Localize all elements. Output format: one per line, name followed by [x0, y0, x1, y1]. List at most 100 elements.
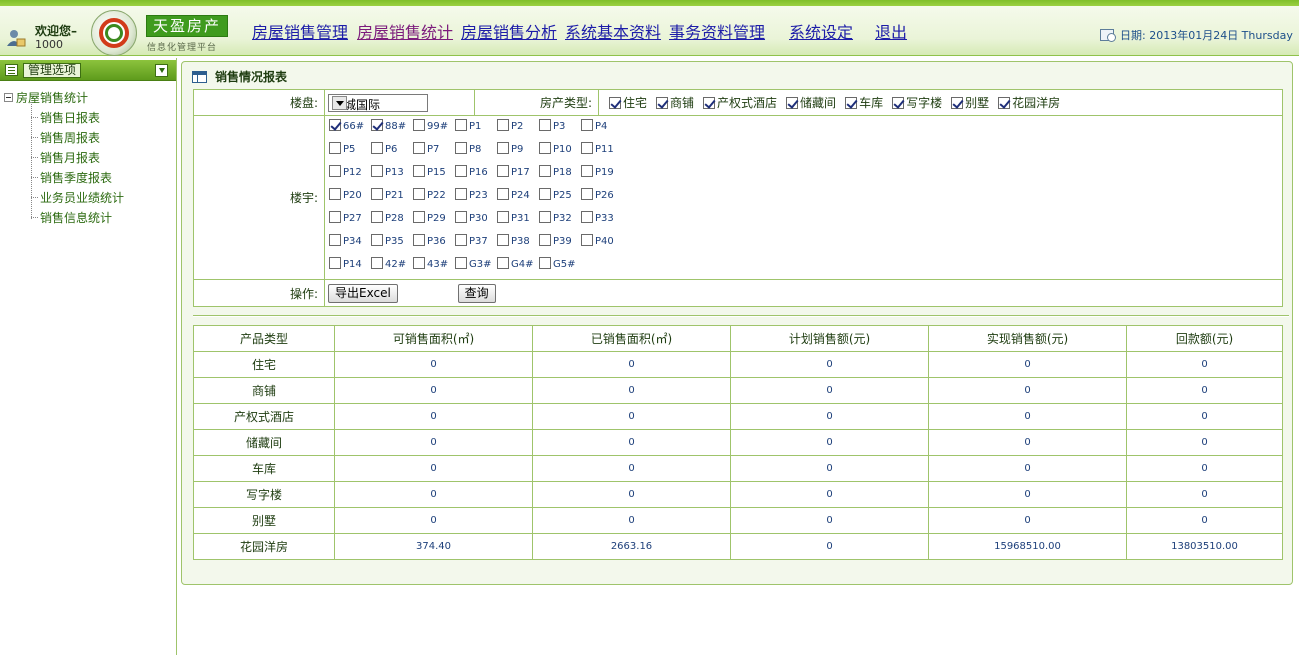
checkbox[interactable]	[581, 210, 593, 223]
checkbox[interactable]	[329, 256, 341, 269]
checkbox[interactable]	[455, 210, 467, 223]
checkbox[interactable]	[581, 118, 593, 131]
unit-option[interactable]: 42#	[371, 256, 406, 270]
sidebar-item-weekly-report[interactable]: 销售周报表	[30, 129, 100, 146]
checkbox[interactable]	[497, 210, 509, 223]
checkbox[interactable]	[371, 187, 383, 200]
property-type-option[interactable]: 产权式酒店	[703, 94, 777, 111]
unit-option[interactable]: P5	[329, 141, 355, 155]
sidebar-item-daily-report[interactable]: 销售日报表	[30, 109, 100, 126]
unit-option[interactable]: P32	[539, 210, 572, 224]
unit-option[interactable]: P24	[497, 187, 530, 201]
checkbox[interactable]	[371, 210, 383, 223]
unit-option[interactable]: P16	[455, 164, 488, 178]
checkbox[interactable]	[609, 97, 621, 109]
query-button[interactable]: 查询	[457, 283, 496, 303]
unit-option[interactable]: P31	[497, 210, 530, 224]
checkbox[interactable]	[329, 118, 341, 131]
checkbox[interactable]	[497, 187, 509, 200]
checkbox[interactable]	[371, 141, 383, 154]
nav-sales-analysis[interactable]: 房屋销售分析	[461, 19, 557, 43]
checkbox[interactable]	[656, 97, 669, 109]
checkbox[interactable]	[497, 141, 509, 154]
manage-options-button[interactable]: 管理选项	[23, 63, 82, 78]
tree-root-sales-statistics[interactable]: 房屋销售统计	[4, 89, 88, 106]
unit-option[interactable]: P19	[581, 164, 614, 178]
checkbox[interactable]	[497, 118, 509, 131]
nav-affairs-data[interactable]: 事务资料管理	[669, 19, 765, 43]
checkbox[interactable]	[497, 233, 509, 246]
nav-sales-management[interactable]: 房屋销售管理	[252, 19, 348, 43]
unit-option[interactable]: P6	[371, 141, 397, 155]
nav-basic-data[interactable]: 系统基本资料	[565, 19, 661, 43]
unit-option[interactable]: 99#	[413, 118, 448, 132]
checkbox[interactable]	[455, 187, 467, 200]
unit-option[interactable]: P35	[371, 233, 404, 247]
checkbox[interactable]	[845, 97, 858, 109]
unit-option[interactable]: P13	[371, 164, 404, 178]
dropdown-arrow-icon[interactable]	[332, 95, 347, 110]
unit-option[interactable]: P30	[455, 210, 488, 224]
property-type-option[interactable]: 别墅	[951, 94, 989, 111]
unit-option[interactable]: P7	[413, 141, 439, 155]
unit-option[interactable]: P11	[581, 141, 614, 155]
checkbox[interactable]	[581, 164, 593, 177]
unit-option[interactable]: P4	[581, 118, 607, 132]
unit-option[interactable]: P27	[329, 210, 362, 224]
export-excel-button[interactable]: 导出Excel	[328, 283, 398, 303]
checkbox[interactable]	[892, 97, 905, 109]
checkbox[interactable]	[539, 233, 551, 246]
unit-option[interactable]: P39	[539, 233, 572, 247]
property-type-option[interactable]: 住宅	[609, 94, 647, 111]
unit-option[interactable]: 66#	[329, 118, 364, 132]
checkbox[interactable]	[539, 187, 551, 200]
unit-option[interactable]: P25	[539, 187, 572, 201]
unit-option[interactable]: P23	[455, 187, 488, 201]
checkbox[interactable]	[581, 187, 593, 200]
checkbox[interactable]	[413, 141, 425, 154]
sidebar-item-quarterly-report[interactable]: 销售季度报表	[30, 169, 112, 186]
unit-option[interactable]: G3#	[455, 256, 492, 270]
unit-option[interactable]: P37	[455, 233, 488, 247]
sidebar-item-salesman-performance[interactable]: 业务员业绩统计	[30, 189, 124, 206]
checkbox[interactable]	[329, 141, 341, 154]
checkbox[interactable]	[998, 97, 1011, 109]
checkbox[interactable]	[455, 233, 467, 246]
checkbox[interactable]	[413, 256, 425, 269]
unit-option[interactable]: P17	[497, 164, 530, 178]
property-type-option[interactable]: 车库	[845, 94, 883, 111]
checkbox[interactable]	[703, 97, 716, 109]
unit-option[interactable]: P14	[329, 256, 362, 270]
building-select[interactable]: 上城国际	[328, 93, 428, 112]
checkbox[interactable]	[455, 164, 467, 177]
unit-option[interactable]: P29	[413, 210, 446, 224]
unit-option[interactable]: P9	[497, 141, 523, 155]
nav-system-settings[interactable]: 系统设定	[789, 19, 853, 43]
checkbox[interactable]	[329, 233, 341, 246]
checkbox[interactable]	[497, 164, 509, 177]
unit-option[interactable]: P38	[497, 233, 530, 247]
checkbox[interactable]	[539, 141, 551, 154]
sidebar-item-monthly-report[interactable]: 销售月报表	[30, 149, 100, 166]
unit-option[interactable]: P8	[455, 141, 481, 155]
checkbox[interactable]	[539, 210, 551, 223]
checkbox[interactable]	[413, 164, 425, 177]
checkbox[interactable]	[329, 187, 341, 200]
property-type-option[interactable]: 写字楼	[892, 94, 942, 111]
unit-option[interactable]: P21	[371, 187, 404, 201]
checkbox[interactable]	[413, 118, 425, 131]
checkbox[interactable]	[329, 164, 341, 177]
checkbox[interactable]	[539, 118, 551, 131]
checkbox[interactable]	[413, 210, 425, 223]
checkbox[interactable]	[581, 233, 593, 246]
nav-sales-statistics[interactable]: 房屋销售统计	[357, 19, 453, 43]
unit-option[interactable]: P10	[539, 141, 572, 155]
checkbox[interactable]	[455, 256, 467, 269]
unit-option[interactable]: P33	[581, 210, 614, 224]
checkbox[interactable]	[786, 97, 799, 109]
checkbox[interactable]	[371, 118, 383, 131]
collapse-arrow-icon[interactable]	[155, 64, 168, 77]
checkbox[interactable]	[329, 210, 341, 223]
checkbox[interactable]	[539, 164, 551, 177]
unit-option[interactable]: P1	[455, 118, 481, 132]
